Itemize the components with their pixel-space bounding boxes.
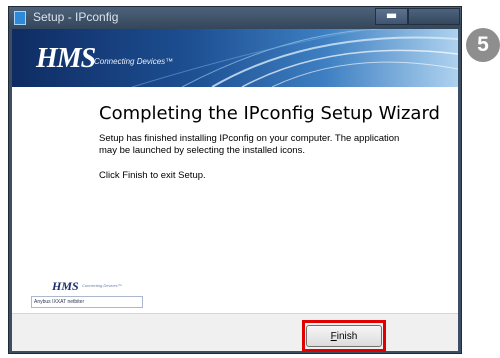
button-bar: Finish <box>12 313 458 352</box>
logo-tagline: Connecting Devices™ <box>94 57 174 66</box>
hms-brands-logo: HMS Connecting Devices™ Anybus IXXAT net… <box>30 276 148 316</box>
wizard-title: Completing the IPconfig Setup Wizard <box>99 103 440 124</box>
setup-window: Setup - IPconfig ▬ HMS Connecting Device… <box>8 6 462 354</box>
setup-app-icon <box>14 11 26 25</box>
small-logo-tagline: Connecting Devices™ <box>82 283 122 288</box>
window-controls-area <box>408 8 460 25</box>
header-banner: HMS Connecting Devices™ <box>12 29 458 87</box>
wizard-instruction: Click Finish to exit Setup. <box>99 170 206 181</box>
window-title: Setup - IPconfig <box>33 10 119 24</box>
finish-label: inish <box>336 330 358 342</box>
wizard-content: HMS Connecting Devices™ Completing the I… <box>12 29 458 352</box>
title-bar[interactable]: Setup - IPconfig ▬ <box>9 7 461 29</box>
minimize-icon: ▬ <box>385 8 398 22</box>
small-hms-logo: HMS <box>52 279 79 293</box>
brand-names: Anybus IXXAT netbiter <box>31 296 143 308</box>
minimize-button[interactable]: ▬ <box>375 8 408 25</box>
hms-logo: HMS <box>36 43 96 74</box>
finish-button[interactable]: Finish <box>306 325 382 347</box>
step-number-badge: 5 <box>466 28 500 62</box>
wizard-description: Setup has finished installing IPconfig o… <box>99 133 400 156</box>
